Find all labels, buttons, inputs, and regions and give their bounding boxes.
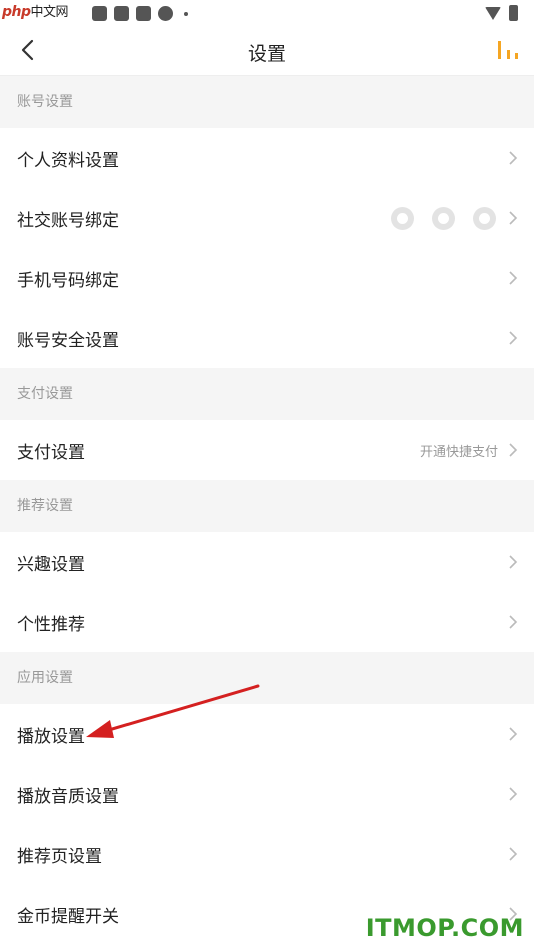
bar-chart-icon[interactable] [496,39,520,61]
wechat-icon [391,206,414,230]
row-label: 播放设置 [17,726,85,747]
chevron-right-icon [509,787,518,801]
row-label: 个人资料设置 [17,150,119,171]
row-profile-settings[interactable]: 个人资料设置 [0,128,534,188]
row-social-binding[interactable]: 社交账号绑定 [0,188,534,248]
row-interest-settings[interactable]: 兴趣设置 [0,532,534,592]
notification-icon [114,6,129,21]
section-header-app: 应用设置 [0,652,534,704]
notification-icon [158,6,173,21]
section-header-account: 账号设置 [0,76,534,128]
chevron-right-icon [509,727,518,741]
row-audio-quality[interactable]: 播放音质设置 [0,764,534,824]
battery-icon [509,5,518,21]
row-recommend-page[interactable]: 推荐页设置 [0,824,534,884]
row-value: 开通快捷支付 [419,444,498,460]
row-label: 个性推荐 [17,614,85,635]
wifi-icon [485,6,501,20]
row-label: 推荐页设置 [17,846,102,867]
chevron-right-icon [509,211,518,225]
weibo-icon [473,206,496,230]
row-payment-settings[interactable]: 支付设置 开通快捷支付 [0,420,534,480]
row-label: 账号安全设置 [17,330,119,351]
qq-icon [432,206,455,230]
chevron-right-icon [509,151,518,165]
row-label: 社交账号绑定 [17,210,119,231]
social-icons [391,206,496,230]
chevron-right-icon [509,271,518,285]
chevron-right-icon [509,331,518,345]
section-header-recommend: 推荐设置 [0,480,534,532]
notification-icon [92,6,107,21]
chevron-right-icon [509,615,518,629]
chevron-right-icon [509,847,518,861]
chevron-right-icon [509,443,518,457]
status-bar: php中文网 [0,0,534,26]
row-account-security[interactable]: 账号安全设置 [0,308,534,368]
row-personalized-recommend[interactable]: 个性推荐 [0,592,534,652]
footer-watermark: ITMOP.COM [365,914,524,942]
settings-list: 账号设置 个人资料设置 社交账号绑定 手机号码绑定 账号安全设置 支付设置 支付… [0,76,534,944]
notification-icon [136,6,151,21]
section-header-payment: 支付设置 [0,368,534,420]
notification-icons [92,6,188,21]
chevron-right-icon [509,555,518,569]
row-label: 兴趣设置 [17,554,85,575]
more-notifications-icon [184,11,188,16]
row-phone-binding[interactable]: 手机号码绑定 [0,248,534,308]
row-label: 手机号码绑定 [17,270,119,291]
row-label: 播放音质设置 [17,786,119,807]
navigation-bar: 设置 [0,26,534,76]
watermark-logo: php中文网 [2,4,69,20]
system-icons [485,5,518,21]
page-title: 设置 [247,43,286,65]
row-playback-settings[interactable]: 播放设置 [0,704,534,764]
row-label: 支付设置 [17,442,85,463]
